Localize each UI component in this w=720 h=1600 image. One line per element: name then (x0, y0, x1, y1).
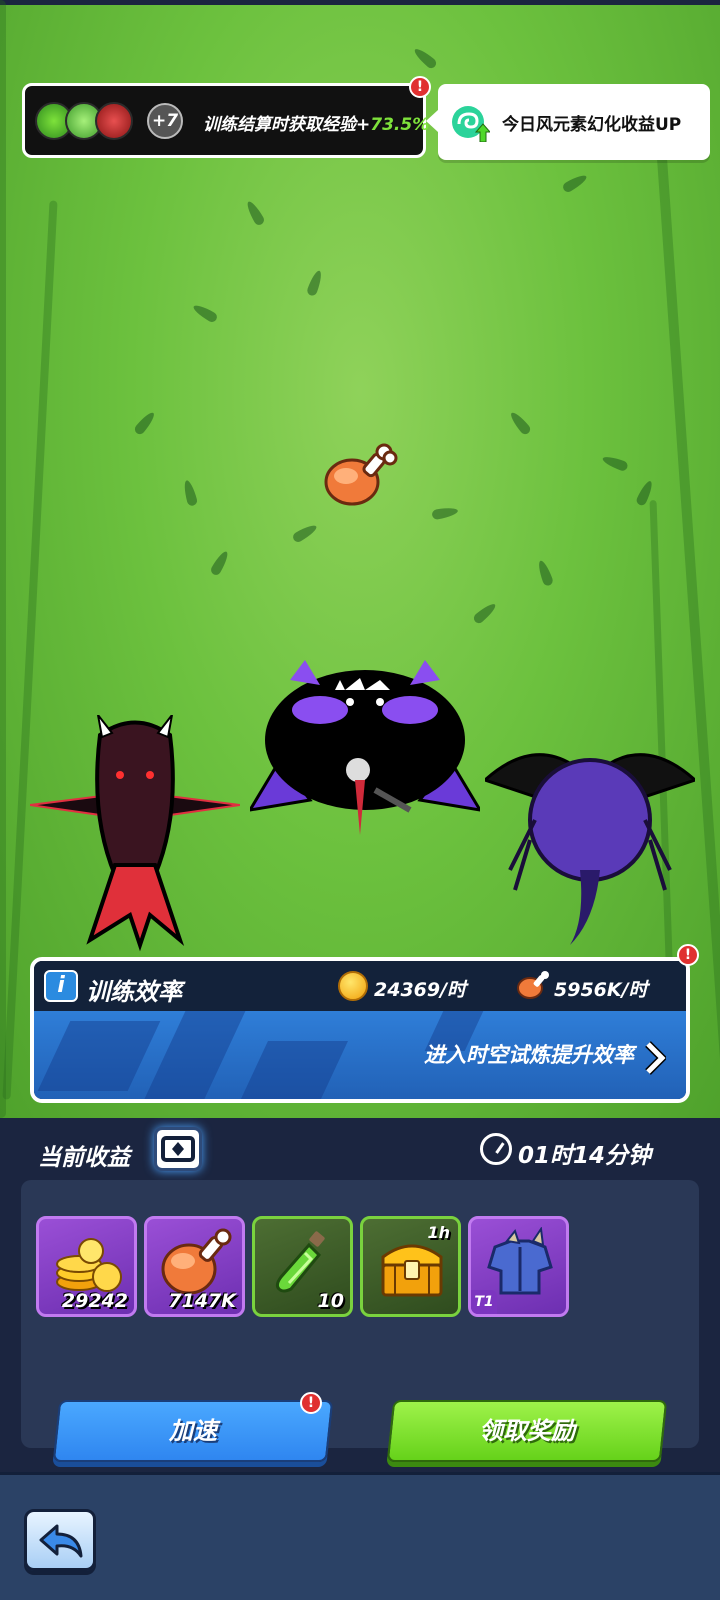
falling-leaf (191, 302, 219, 324)
reward-duration-tag: 1h (427, 1223, 450, 1242)
meat-rate: 5956K/时 (554, 979, 648, 1001)
chest-toggle-icon[interactable] (154, 1127, 202, 1171)
back-button[interactable] (24, 1509, 96, 1571)
reward-quantity: 29242 (61, 1290, 128, 1312)
falling-leaf (291, 522, 319, 544)
claim-rewards-button[interactable]: 领取奖励 (386, 1400, 668, 1462)
reward-slot-chest[interactable]: 1h (360, 1216, 461, 1317)
falling-leaf (471, 600, 499, 626)
rewards-timer: 01时14分钟 (518, 1143, 652, 1169)
clock-icon (480, 1133, 512, 1165)
falling-leaf (181, 479, 199, 507)
reward-slot-gold[interactable]: 29242 (36, 1216, 137, 1317)
meat-icon (517, 971, 549, 999)
battle-scene: +7 训练结算时获取经验+73.5% ! 今日风元素幻化收益UP i 训练效率 … (0, 0, 720, 1118)
shadow-bat-monster[interactable] (250, 660, 480, 860)
efficiency-alert-badge: ! (677, 944, 699, 966)
buff-label: 训练结算时获取经验+ (203, 115, 371, 135)
back-arrow-icon (39, 1524, 83, 1558)
daily-element-tip[interactable]: 今日风元素幻化收益UP (426, 84, 710, 160)
falling-leaf (305, 269, 325, 297)
falling-leaf (601, 453, 629, 473)
reward-slot-potion[interactable]: 10 (252, 1216, 353, 1317)
efficiency-title: 训练效率 (86, 978, 182, 1006)
bottom-nav-bar (0, 1472, 720, 1600)
falling-leaf (244, 199, 266, 227)
team-buff-banner[interactable]: +7 训练结算时获取经验+73.5% (22, 83, 429, 158)
time-trial-text: 进入时空试炼提升效率 (424, 1039, 634, 1069)
reward-slot-meat[interactable]: 7147K (144, 1216, 245, 1317)
decor-shard (240, 1041, 348, 1099)
falling-leaf (132, 409, 158, 437)
speed-up-button[interactable]: 加速 (52, 1400, 334, 1462)
chest-outline-icon (161, 1136, 195, 1162)
falling-leaf (411, 45, 439, 71)
status-strip (0, 0, 720, 5)
falling-leaf (507, 409, 533, 437)
reward-slot-armor[interactable]: T1 (468, 1216, 569, 1317)
falling-leaf (209, 549, 231, 577)
wind-element-icon (452, 106, 490, 142)
reward-tier-badge: T1 (471, 1290, 497, 1314)
team-member-icon (95, 102, 133, 140)
falling-leaf (431, 505, 459, 521)
rewards-title: 当前收益 (38, 1145, 130, 1171)
bamboo-stalk (0, 0, 6, 1118)
falling-leaf (535, 559, 555, 587)
training-efficiency-panel: i 训练效率 24369/时 5956K/时 进入时空试炼提升效率 (30, 957, 690, 1103)
speed-up-label: 加速 (169, 1417, 217, 1445)
claim-rewards-label: 领取奖励 (479, 1417, 575, 1445)
current-rewards-section: 当前收益 01时14分钟 29242 7147K 10 1h T1 加速 ! 领… (0, 1118, 720, 1472)
buff-value: 73.5% (370, 115, 430, 135)
coin-rate: 24369/时 (374, 979, 467, 1001)
efficiency-header: i 训练效率 24369/时 5956K/时 (34, 961, 686, 1011)
info-icon[interactable]: i (44, 970, 78, 1002)
purple-spider-monster[interactable] (485, 740, 695, 955)
reward-quantity: 10 (317, 1290, 344, 1312)
crimson-fish-monster[interactable] (30, 715, 240, 955)
buff-alert-badge: ! (409, 76, 431, 98)
gold-coin-icon (338, 971, 368, 1001)
meat-drop-icon[interactable] (322, 440, 398, 512)
reward-quantity: 7147K (168, 1290, 236, 1312)
chevron-right-icon (645, 1041, 666, 1075)
time-trial-link[interactable]: 进入时空试炼提升效率 (34, 1011, 686, 1099)
falling-leaf (561, 172, 589, 194)
team-extra-count: +7 (147, 103, 183, 139)
time-trial-label: 进入时空试炼提升效率 (424, 1043, 634, 1067)
speed-up-alert-badge: ! (300, 1392, 322, 1414)
daily-tip-text: 今日风元素幻化收益UP (502, 115, 682, 135)
buff-description: 训练结算时获取经验+73.5% (203, 110, 429, 135)
decor-shard (37, 1021, 161, 1091)
